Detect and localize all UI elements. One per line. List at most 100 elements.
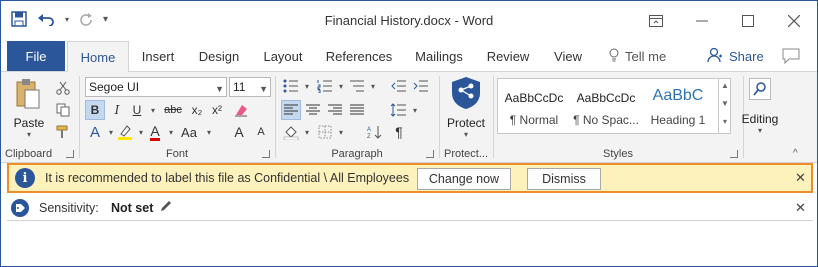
- font-name-combo[interactable]: Segoe UI ▼: [85, 77, 227, 97]
- tab-review[interactable]: Review: [479, 41, 537, 71]
- underline-dropdown-icon[interactable]: ▾: [143, 100, 163, 120]
- tell-me-label: Tell me: [625, 48, 667, 64]
- style-name: ¶ Normal: [509, 113, 559, 127]
- tab-home[interactable]: Home: [67, 41, 129, 72]
- tell-me-box[interactable]: Tell me: [609, 41, 666, 71]
- sensitivity-label: Sensitivity:: [39, 201, 99, 215]
- scroll-up-icon[interactable]: ▲: [719, 81, 731, 90]
- font-launcher-icon[interactable]: [262, 150, 270, 158]
- styles-launcher-icon[interactable]: [730, 150, 738, 158]
- title-bar: ▾ ▾ Financial History.docx - Word: [1, 1, 817, 41]
- protect-button[interactable]: Protect ▾: [443, 76, 489, 139]
- change-case-button[interactable]: Aa: [177, 122, 201, 142]
- style-heading-1[interactable]: AaBbC Heading 1: [642, 79, 714, 133]
- ribbon-display-icon[interactable]: [633, 1, 679, 41]
- change-case-dropdown-icon[interactable]: ▾: [199, 122, 219, 142]
- style-no-spacing[interactable]: AaBbCcDc ¶ No Spac...: [570, 79, 642, 133]
- tab-mailings[interactable]: Mailings: [407, 41, 471, 71]
- protection-group: Protect ▾ Protect...: [441, 72, 491, 162]
- paste-dropdown-icon[interactable]: ▾: [9, 130, 49, 139]
- align-right-icon[interactable]: [325, 100, 345, 120]
- bold-button[interactable]: B: [85, 100, 105, 120]
- collapse-ribbon-icon[interactable]: ^: [793, 148, 798, 159]
- protect-dropdown-icon[interactable]: ▾: [443, 130, 489, 139]
- tab-file[interactable]: File: [7, 41, 65, 71]
- paste-label: Paste: [13, 116, 45, 130]
- italic-button[interactable]: I: [107, 100, 127, 120]
- close-icon[interactable]: [771, 1, 817, 41]
- svg-text:A: A: [367, 127, 371, 133]
- style-normal[interactable]: AaBbCcDc ¶ Normal: [498, 79, 570, 133]
- decrease-indent-icon[interactable]: [389, 76, 409, 96]
- subscript-button[interactable]: x₂: [187, 100, 207, 120]
- tab-references[interactable]: References: [319, 41, 399, 71]
- style-sample: AaBbCcDc: [504, 91, 564, 105]
- tab-design[interactable]: Design: [191, 41, 247, 71]
- minimize-icon[interactable]: [679, 1, 725, 41]
- editing-label[interactable]: Editing: [739, 112, 781, 126]
- borders-dropdown-icon[interactable]: ▾: [331, 122, 351, 142]
- find-icon[interactable]: [745, 76, 775, 102]
- show-formatting-marks-button[interactable]: ¶: [389, 122, 409, 142]
- tab-insert[interactable]: Insert: [131, 41, 185, 71]
- chevron-down-icon: ▼: [215, 84, 224, 94]
- word-window: ▾ ▾ Financial History.docx - Word File H: [0, 0, 818, 267]
- editing-dropdown-icon[interactable]: ▾: [745, 126, 775, 135]
- share-label: Share: [729, 48, 764, 64]
- tab-view[interactable]: View: [545, 41, 591, 71]
- style-name: Heading 1: [650, 113, 706, 127]
- paragraph-launcher-icon[interactable]: [426, 150, 434, 158]
- shrink-font-button[interactable]: A: [251, 122, 271, 142]
- separator: [79, 76, 80, 158]
- align-center-icon[interactable]: [303, 100, 323, 120]
- editing-group: Editing ▾: [742, 72, 778, 162]
- grow-font-button[interactable]: A: [229, 122, 249, 142]
- scroll-down-icon[interactable]: ▼: [719, 99, 731, 108]
- cut-icon[interactable]: [53, 78, 73, 98]
- font-size-combo[interactable]: 11 ▼: [229, 77, 271, 97]
- sensitivity-infobar: i It is recommended to label this file a…: [7, 163, 813, 193]
- infobar-message: It is recommended to label this file as …: [45, 171, 410, 185]
- font-size-value: 11: [233, 80, 246, 94]
- justify-icon[interactable]: [347, 100, 367, 120]
- chevron-down-icon: ▼: [259, 84, 268, 94]
- styles-group-label: Styles: [603, 148, 633, 160]
- multilevel-dropdown-icon[interactable]: ▾: [363, 76, 383, 96]
- dismiss-button[interactable]: Dismiss: [527, 168, 601, 190]
- shading-dropdown-icon[interactable]: ▾: [297, 122, 317, 142]
- separator: [439, 76, 440, 158]
- change-now-button[interactable]: Change now: [417, 168, 511, 190]
- sensitivity-tag-icon: [11, 199, 29, 217]
- paragraph-group: ▾ ▾ ▾ ▾ ▾ ▾ A Z ¶ Paragraph: [277, 72, 437, 162]
- more-styles-icon[interactable]: ▾: [719, 117, 731, 126]
- align-left-icon[interactable]: [281, 100, 301, 120]
- clipboard-group: Paste ▾ Clipboard: [1, 72, 77, 162]
- ribbon: Paste ▾ Clipboard Segoe UI ▼ 11 ▼ B I U …: [1, 71, 817, 163]
- window-controls: [633, 1, 817, 41]
- svg-text:Z: Z: [367, 134, 371, 139]
- font-group-label: Font: [165, 148, 188, 160]
- bullets-dropdown-icon[interactable]: ▾: [297, 76, 317, 96]
- styles-gallery: AaBbCcDc ¶ Normal AaBbCcDc ¶ No Spac... …: [497, 78, 731, 134]
- maximize-icon[interactable]: [725, 1, 771, 41]
- line-spacing-dropdown-icon[interactable]: ▾: [405, 100, 425, 120]
- increase-indent-icon[interactable]: [411, 76, 431, 96]
- clipboard-launcher-icon[interactable]: [66, 150, 74, 158]
- comments-icon[interactable]: [782, 48, 800, 67]
- share-button[interactable]: Share: [707, 41, 764, 71]
- sort-icon[interactable]: AZ: [365, 122, 385, 142]
- person-icon: [707, 47, 723, 66]
- copy-icon[interactable]: [53, 100, 73, 120]
- style-sample: AaBbC: [652, 87, 704, 104]
- paste-button[interactable]: Paste ▾: [9, 76, 49, 139]
- font-group: Segoe UI ▼ 11 ▼ B I U ▾ abc x₂ x² A ▾ ▾: [81, 72, 273, 162]
- tab-layout[interactable]: Layout: [255, 41, 311, 71]
- document-area[interactable]: [1, 222, 817, 266]
- strikethrough-button[interactable]: abc: [161, 100, 185, 120]
- close-sensitivity-bar-icon[interactable]: ✕: [795, 200, 806, 216]
- superscript-button[interactable]: x²: [207, 100, 227, 120]
- format-painter-icon[interactable]: [53, 122, 73, 142]
- clear-formatting-icon[interactable]: [231, 100, 251, 120]
- close-infobar-icon[interactable]: ✕: [795, 170, 806, 186]
- pencil-icon[interactable]: [159, 199, 173, 216]
